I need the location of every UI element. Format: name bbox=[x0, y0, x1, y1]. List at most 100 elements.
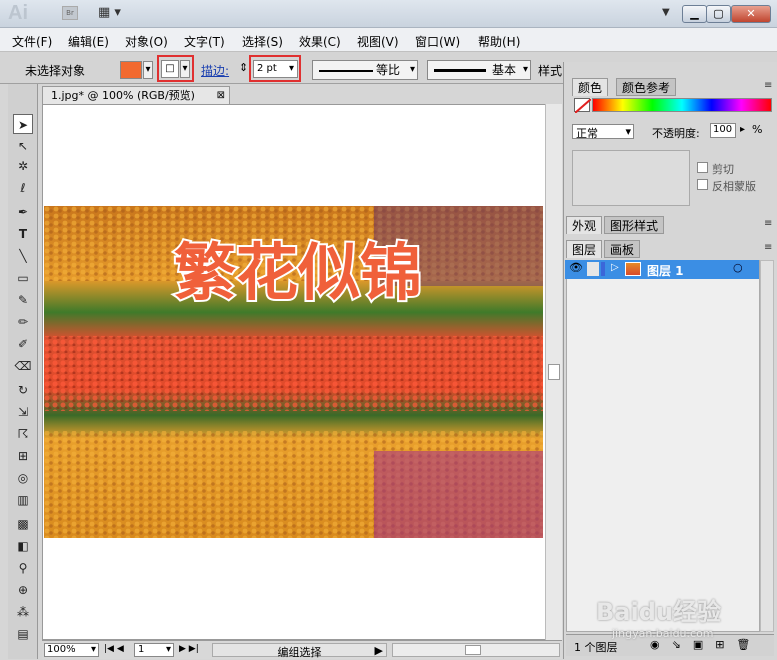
layers-panel-menu-icon[interactable]: ≡ bbox=[764, 242, 772, 253]
horizontal-scrollbar[interactable] bbox=[392, 643, 560, 657]
next-page-button[interactable]: ▶ ▶| bbox=[179, 644, 199, 654]
gradient-tool-icon[interactable]: ◧ bbox=[13, 536, 33, 556]
lock-toggle[interactable] bbox=[587, 262, 599, 276]
menu-file[interactable]: 文件(F) bbox=[12, 33, 52, 50]
watermark-url: jingyan.baidu.com bbox=[612, 627, 714, 640]
tulip-field-image[interactable]: 繁花似锦 bbox=[44, 206, 543, 538]
opacity-input[interactable]: 100 bbox=[710, 123, 736, 138]
close-tab-icon[interactable]: ⊠ bbox=[217, 87, 225, 104]
title-bar: Ai Br ▦ ▾ ▼ ▁ ▢ ✕ bbox=[0, 0, 777, 28]
menu-edit[interactable]: 编辑(E) bbox=[68, 33, 109, 50]
appearance-panel-menu-icon[interactable]: ≡ bbox=[764, 218, 772, 229]
pen-tool-icon[interactable]: ✒ bbox=[13, 202, 33, 222]
menu-view[interactable]: 视图(V) bbox=[357, 33, 399, 50]
menu-window[interactable]: 窗口(W) bbox=[415, 33, 460, 50]
menu-select[interactable]: 选择(S) bbox=[242, 33, 283, 50]
stroke-label[interactable]: 描边: bbox=[201, 62, 229, 79]
page-select[interactable]: 1 ▾ bbox=[134, 643, 174, 657]
magic-wand-tool-icon[interactable]: ✲ bbox=[13, 156, 33, 176]
color-spectrum[interactable] bbox=[592, 98, 772, 112]
artwork-title[interactable]: 繁花似锦 bbox=[172, 234, 424, 311]
menu-object[interactable]: 对象(O) bbox=[125, 33, 168, 50]
layer-thumbnail bbox=[625, 262, 641, 276]
lasso-tool-icon[interactable]: ℓ bbox=[13, 178, 33, 198]
arrange-documents-button[interactable]: ▦ ▾ bbox=[98, 5, 130, 21]
pencil-tool-icon[interactable]: ✏ bbox=[13, 312, 33, 332]
stroke-dropdown[interactable]: ▾ bbox=[180, 60, 190, 78]
bridge-button[interactable]: Br bbox=[62, 6, 78, 20]
menu-effect[interactable]: 效果(C) bbox=[299, 33, 341, 50]
tab-appearance[interactable]: 外观 bbox=[566, 216, 603, 234]
stroke-weight-select[interactable]: 2 pt ▾ bbox=[253, 60, 298, 78]
scale-tool-icon[interactable]: ⇲ bbox=[13, 402, 33, 422]
brush-definition[interactable]: 基本 ▾ bbox=[427, 60, 531, 80]
page-value: 1 bbox=[138, 644, 145, 655]
warp-tool-icon[interactable]: ☈ bbox=[13, 424, 33, 444]
status-text: 编组选择 bbox=[277, 646, 322, 659]
zoom-select[interactable]: 100% ▾ bbox=[44, 643, 99, 657]
menu-type[interactable]: 文字(T) bbox=[184, 33, 225, 50]
none-swatch-icon[interactable] bbox=[574, 98, 592, 114]
style-label: 样式: bbox=[538, 64, 567, 78]
invert-mask-checkbox[interactable] bbox=[697, 179, 708, 190]
eyedropper-tool-icon[interactable]: ⚲ bbox=[13, 558, 33, 578]
column-graph-tool-icon[interactable]: ▤ bbox=[13, 624, 33, 644]
app-logo: Ai bbox=[8, 2, 28, 24]
tab-color-guide[interactable]: 颜色参考 bbox=[616, 78, 677, 96]
minimize-button[interactable]: ▁ bbox=[682, 5, 707, 23]
visibility-eye-icon[interactable]: 👁 bbox=[569, 261, 583, 274]
scroll-thumb[interactable] bbox=[548, 364, 560, 380]
opacity-arrow-icon[interactable]: ▸ bbox=[740, 124, 745, 135]
target-circle-icon[interactable]: ○ bbox=[733, 261, 743, 274]
hscroll-thumb[interactable] bbox=[465, 645, 481, 655]
blob-brush-tool-icon[interactable]: ✐ bbox=[13, 334, 33, 354]
clip-checkbox[interactable] bbox=[697, 162, 708, 173]
menu-help[interactable]: 帮助(H) bbox=[478, 33, 520, 50]
mesh-tool-icon[interactable]: ▩ bbox=[13, 514, 33, 534]
opacity-label: 不透明度: bbox=[652, 127, 700, 140]
line-tool-icon[interactable]: ╲ bbox=[13, 246, 33, 266]
menu-bar: 文件(F) 编辑(E) 对象(O) 文字(T) 选择(S) 效果(C) 视图(V… bbox=[0, 28, 777, 52]
tab-artboards[interactable]: 画板 bbox=[604, 240, 641, 258]
rotate-tool-icon[interactable]: ↻ bbox=[13, 380, 33, 400]
paintbrush-tool-icon[interactable]: ✎ bbox=[13, 290, 33, 310]
mask-thumbnail[interactable] bbox=[572, 150, 690, 206]
direct-selection-tool-icon[interactable]: ↖ bbox=[13, 136, 33, 156]
free-transform-tool-icon[interactable]: ⊞ bbox=[13, 446, 33, 466]
status-select[interactable]: 编组选择 ▶ bbox=[212, 643, 387, 659]
eraser-tool-icon[interactable]: ⌫ bbox=[13, 356, 33, 376]
maximize-button[interactable]: ▢ bbox=[706, 5, 731, 23]
fill-swatch[interactable] bbox=[120, 61, 142, 79]
symbol-sprayer-tool-icon[interactable]: ⁂ bbox=[13, 602, 33, 622]
shape-builder-tool-icon[interactable]: ◎ bbox=[13, 468, 33, 488]
layers-scrollbar[interactable] bbox=[760, 260, 774, 632]
workspace-switcher[interactable]: ▼ bbox=[662, 7, 670, 18]
color-panel-menu-icon[interactable]: ≡ bbox=[764, 80, 772, 91]
first-page-button[interactable]: |◀ ◀ bbox=[104, 644, 124, 654]
fill-dropdown[interactable]: ▾ bbox=[143, 61, 153, 79]
status-bar: 100% ▾ |◀ ◀ 1 ▾ ▶ ▶| 编组选择 ▶ bbox=[42, 640, 562, 659]
document-tab[interactable]: 1.jpg* @ 100% (RGB/预览) ⊠ bbox=[42, 86, 230, 104]
stroke-swatch[interactable]: □ bbox=[161, 60, 179, 78]
graph-tool-icon[interactable]: ▥ bbox=[13, 490, 33, 510]
tab-layers[interactable]: 图层 bbox=[566, 240, 603, 258]
blend-mode-select[interactable]: 正常 ▾ bbox=[572, 124, 634, 140]
zoom-value: 100% bbox=[47, 644, 76, 655]
layer-count: 1 个图层 bbox=[574, 641, 618, 654]
variable-width-profile[interactable]: 等比 ▾ bbox=[312, 60, 418, 80]
selection-tool-icon[interactable]: ➤ bbox=[13, 114, 33, 134]
stroke-stepper[interactable]: ⇕ bbox=[239, 61, 248, 74]
tab-graphic-styles[interactable]: 图形样式 bbox=[604, 216, 665, 234]
layers-list bbox=[566, 260, 760, 632]
document-title: 1.jpg* @ 100% (RGB/预览) bbox=[51, 89, 195, 102]
panel-dock: 颜色 颜色参考 ≡ 正常 ▾ 不透明度: 100 ▸ % 剪切 反相蒙版 外观 图… bbox=[563, 62, 777, 659]
close-button[interactable]: ✕ bbox=[731, 5, 771, 23]
expand-layer-icon[interactable]: ▷ bbox=[611, 262, 619, 273]
type-tool-icon[interactable]: T bbox=[13, 224, 33, 244]
vertical-scrollbar[interactable] bbox=[545, 104, 562, 640]
blend-tool-icon[interactable]: ⊕ bbox=[13, 580, 33, 600]
layer-row[interactable]: 👁 ▷ 图层 1 ○ bbox=[565, 260, 759, 279]
rectangle-tool-icon[interactable]: ▭ bbox=[13, 268, 33, 288]
tab-color[interactable]: 颜色 bbox=[572, 78, 609, 96]
layer-name[interactable]: 图层 1 bbox=[647, 262, 684, 279]
